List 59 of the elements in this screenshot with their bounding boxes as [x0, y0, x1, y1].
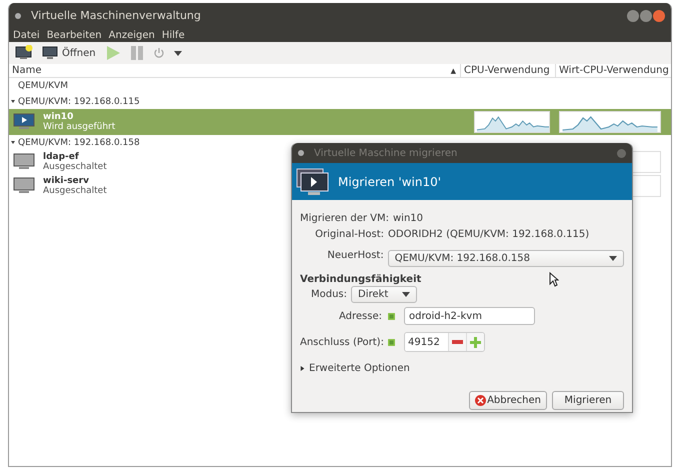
close-button[interactable] — [617, 148, 626, 158]
increment-button[interactable] — [466, 333, 484, 351]
minus-icon — [452, 340, 463, 344]
field-value: ODORIDH2 (QEMU/KVM: 192.168.0.115) — [388, 228, 590, 240]
field-label: NeuerHost: — [326, 250, 384, 260]
connection-name[interactable]: QEMU/KVM — [18, 81, 68, 91]
dialog-title: Virtuelle Maschine migrieren — [314, 148, 458, 158]
plus-icon — [470, 336, 481, 348]
dialog-heading: Migrieren 'win10' — [338, 174, 442, 188]
cancel-icon — [475, 395, 486, 406]
menu-item[interactable]: Datei — [13, 30, 40, 40]
connection-name[interactable]: QEMU/KVM: 192.168.0.158 — [18, 138, 140, 148]
mode-dropdown[interactable]: Direkt — [351, 286, 417, 302]
window-title: Virtuelle Maschinenverwaltung — [31, 9, 201, 22]
column-header[interactable]: Wirt-CPU-Verwendung — [555, 64, 671, 77]
field-label: Migrieren der VM: — [300, 212, 389, 224]
expander-arrow-icon — [300, 365, 305, 372]
expander-arrow-icon[interactable] — [11, 141, 15, 144]
checkbox[interactable] — [388, 338, 395, 346]
menu-item[interactable]: Anzeigen — [108, 30, 155, 40]
vm-name: win10 — [43, 112, 74, 122]
vm-status: Ausgeschaltet — [43, 186, 107, 196]
field-value: win10 — [392, 212, 424, 224]
menu-item[interactable]: Bearbeiten — [46, 30, 102, 40]
section-heading: Verbindungsfähigkeit — [300, 274, 422, 285]
close-button[interactable] — [653, 10, 665, 22]
field-label: Original-Host: — [314, 228, 384, 240]
field-label: Modus: — [310, 288, 347, 300]
mouse-pointer-icon — [549, 272, 559, 287]
menu-item[interactable]: Hilfe — [162, 30, 185, 40]
connection-name[interactable]: QEMU/KVM: 192.168.0.115 — [18, 96, 140, 106]
expander-arrow-icon[interactable] — [11, 100, 15, 103]
advanced-options-expander[interactable]: Erweiterte Optionen — [300, 363, 624, 374]
window-icon — [298, 150, 304, 156]
decrement-button[interactable] — [448, 333, 466, 351]
caret-icon — [609, 256, 617, 260]
port-field[interactable]: 49152 — [404, 332, 485, 352]
field-label: Anschluss (Port): — [300, 336, 382, 348]
checkbox[interactable] — [388, 312, 395, 320]
vm-status: Wird ausgeführt — [43, 122, 116, 132]
vm-name: wiki-serv — [43, 176, 90, 186]
maximize-button[interactable] — [640, 10, 652, 22]
address-field[interactable]: odroid-h2-kvm — [404, 307, 535, 325]
monitor-icon — [42, 46, 58, 60]
vm-name: ldap-ef — [43, 152, 80, 162]
window-icon — [15, 12, 21, 18]
monitor-icon — [296, 168, 330, 196]
vm-status: Ausgeschaltet — [43, 162, 107, 172]
field-label: Adresse: — [338, 310, 382, 322]
minimize-button[interactable] — [627, 10, 639, 22]
dropdown-arrow-icon[interactable] — [174, 50, 182, 56]
expander-label: Erweiterte Optionen — [309, 363, 410, 374]
caret-icon — [402, 292, 410, 296]
open-button[interactable]: Öffnen — [42, 46, 96, 60]
column-header[interactable]: CPU-Verwendung — [460, 64, 555, 77]
cancel-button[interactable]: Abbrechen — [469, 391, 547, 410]
migrate-button[interactable]: Migrieren — [552, 391, 624, 410]
new-vm-icon[interactable] — [15, 45, 33, 61]
host-dropdown[interactable]: QEMU/KVM: 192.168.0.158 — [388, 250, 624, 266]
